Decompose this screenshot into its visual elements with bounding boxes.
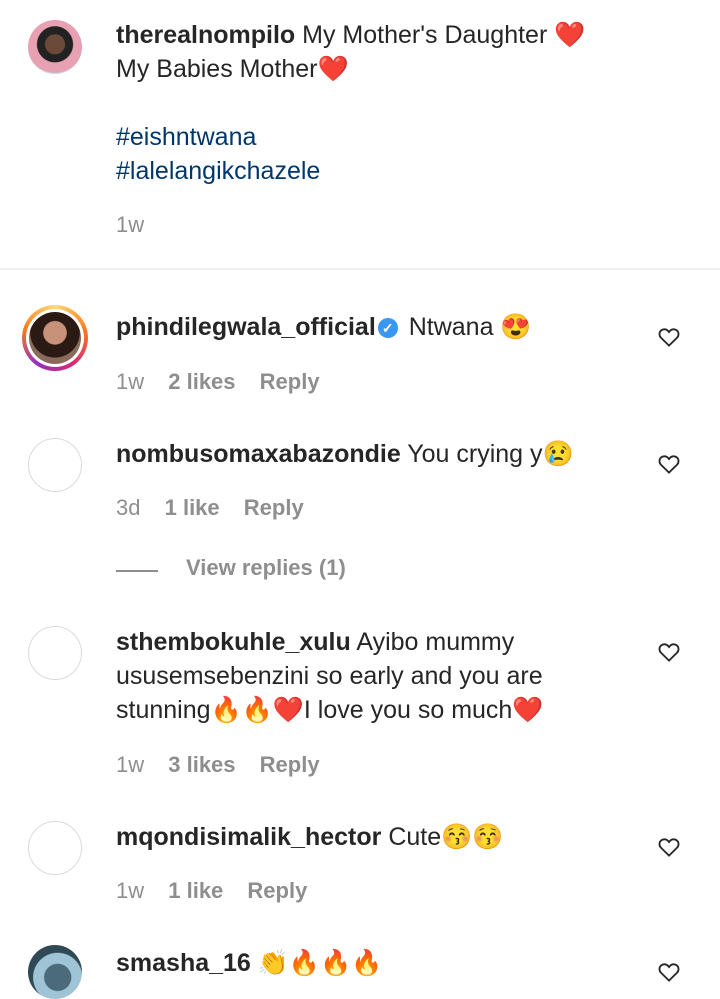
comment-likes[interactable]: 1 like bbox=[168, 878, 223, 903]
heart-outline-icon[interactable] bbox=[658, 642, 680, 662]
reply-button[interactable]: Reply bbox=[247, 878, 307, 903]
reply-button[interactable]: Reply bbox=[260, 752, 320, 777]
comment-avatar[interactable] bbox=[28, 626, 82, 680]
caption-username[interactable]: therealnompilo bbox=[116, 21, 295, 49]
divider bbox=[0, 268, 720, 270]
view-replies-line bbox=[116, 570, 158, 572]
comment-text: sthembokuhle_xulu Ayibo mummy ususemsebe… bbox=[116, 625, 640, 727]
comment-meta: 1w 3 likes Reply bbox=[116, 751, 338, 779]
comment-meta: 1w 1 like Reply bbox=[116, 877, 325, 905]
comment-avatar[interactable] bbox=[22, 305, 88, 371]
comment-time: 1w bbox=[116, 369, 145, 394]
comment-time: 3d bbox=[116, 495, 141, 520]
caption-line1: My Mother's Daughter ❤️ bbox=[302, 21, 586, 49]
comment-avatar[interactable] bbox=[28, 945, 82, 999]
comment-body: Cute😚😚 bbox=[388, 823, 504, 851]
comment-text: mqondisimalik_hector Cute😚😚 bbox=[116, 820, 640, 854]
heart-outline-icon[interactable] bbox=[658, 837, 680, 857]
comment-username[interactable]: smasha_16 bbox=[116, 949, 251, 977]
comment-likes[interactable]: 1 like bbox=[165, 495, 220, 520]
comment-body: Ntwana 😍 bbox=[408, 313, 532, 341]
reply-button[interactable]: Reply bbox=[244, 495, 304, 520]
hashtag-link[interactable]: #eishntwana bbox=[116, 120, 640, 154]
heart-outline-icon[interactable] bbox=[658, 962, 680, 982]
heart-outline-icon[interactable] bbox=[658, 327, 680, 347]
comment-avatar[interactable] bbox=[28, 438, 82, 492]
caption-text: therealnompilo My Mother's Daughter ❤️ M… bbox=[116, 18, 640, 188]
comment-meta: 3d 1 like Reply bbox=[116, 494, 322, 522]
comment-time: 1w bbox=[116, 878, 145, 903]
comment-text: nombusomaxabazondie You crying y😢 bbox=[116, 437, 640, 471]
comment-time: 1w bbox=[116, 752, 145, 777]
hashtag-link[interactable]: #lalelangikchazele bbox=[116, 154, 640, 188]
comment-body-line1: Ayibo mummy bbox=[356, 628, 515, 656]
comment-likes[interactable]: 2 likes bbox=[168, 369, 235, 394]
caption-time: 1w bbox=[116, 212, 145, 237]
comment-text: phindilegwala_official ✓ Ntwana 😍 bbox=[116, 310, 640, 344]
caption-line2: My Babies Mother❤️ bbox=[116, 55, 349, 83]
comment-username[interactable]: phindilegwala_official bbox=[116, 313, 376, 341]
comment-username[interactable]: sthembokuhle_xulu bbox=[116, 628, 351, 656]
comment-body: You crying y😢 bbox=[407, 440, 574, 468]
reply-button[interactable]: Reply bbox=[260, 369, 320, 394]
comment-body-line2: ususemsebenzini so early and you are bbox=[116, 662, 543, 690]
comment-avatar[interactable] bbox=[28, 821, 82, 875]
caption-avatar[interactable] bbox=[28, 20, 82, 74]
comment-body: 👏🔥🔥🔥 bbox=[257, 949, 383, 977]
heart-outline-icon[interactable] bbox=[658, 454, 680, 474]
comment-username[interactable]: nombusomaxabazondie bbox=[116, 440, 401, 468]
comment-body-line3: stunning🔥🔥❤️I love you so much❤️ bbox=[116, 696, 544, 724]
comment-meta: 1w 2 likes Reply bbox=[116, 368, 338, 396]
comment-likes[interactable]: 3 likes bbox=[168, 752, 235, 777]
comment-text: smasha_16 👏🔥🔥🔥 bbox=[116, 946, 640, 980]
verified-badge-icon: ✓ bbox=[377, 318, 398, 339]
comment-username[interactable]: mqondisimalik_hector bbox=[116, 823, 381, 851]
view-replies-button[interactable]: View replies (1) bbox=[186, 555, 346, 581]
